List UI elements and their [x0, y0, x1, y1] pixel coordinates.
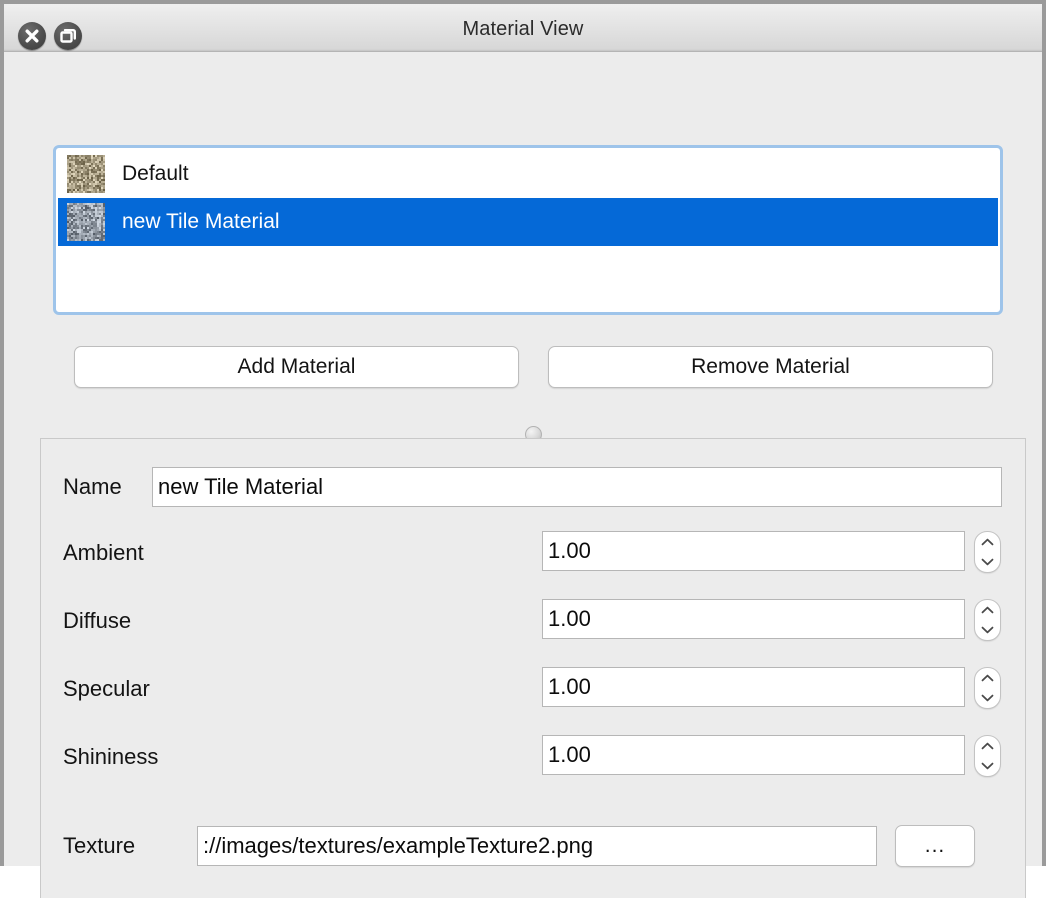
chevron-up-icon[interactable]: [975, 742, 1000, 750]
material-list[interactable]: Default new Tile Material: [53, 145, 1003, 315]
texture-label: Texture: [63, 833, 136, 858]
diffuse-label: Diffuse: [63, 608, 132, 633]
remove-material-button[interactable]: Remove Material: [548, 346, 993, 388]
ambient-stepper[interactable]: [974, 531, 1001, 573]
texture-browse-button[interactable]: ...: [895, 825, 975, 867]
window-content: Default new Tile Material Add Material R…: [4, 52, 1042, 898]
chevron-down-icon[interactable]: [975, 626, 1000, 634]
ambient-input[interactable]: [542, 531, 965, 571]
add-material-button[interactable]: Add Material: [74, 346, 519, 388]
chevron-up-icon[interactable]: [975, 606, 1000, 614]
ambient-label: Ambient: [63, 540, 144, 565]
chevron-down-icon[interactable]: [975, 762, 1000, 770]
chevron-up-icon[interactable]: [975, 674, 1000, 682]
material-view-window: Material View Default new Tile Material …: [0, 0, 1046, 898]
specular-label: Specular: [63, 676, 150, 701]
name-input[interactable]: [152, 467, 1002, 507]
specular-stepper[interactable]: [974, 667, 1001, 709]
diffuse-input[interactable]: [542, 599, 965, 639]
texture-path-input[interactable]: [197, 826, 877, 866]
title-bar: Material View: [4, 4, 1042, 52]
chevron-up-icon[interactable]: [975, 538, 1000, 546]
list-item[interactable]: Default: [58, 150, 998, 198]
name-label: Name: [63, 474, 122, 499]
window-title: Material View: [462, 18, 584, 40]
diffuse-stepper[interactable]: [974, 599, 1001, 641]
list-item-label: new Tile Material: [122, 210, 280, 233]
list-item-label: Default: [122, 162, 189, 185]
shininess-input[interactable]: [542, 735, 965, 775]
material-thumbnail-0: [67, 155, 105, 193]
material-thumbnail-1: [67, 203, 105, 241]
list-item[interactable]: new Tile Material: [58, 198, 998, 246]
shininess-stepper[interactable]: [974, 735, 1001, 777]
chevron-down-icon[interactable]: [975, 558, 1000, 566]
specular-input[interactable]: [542, 667, 965, 707]
chevron-down-icon[interactable]: [975, 694, 1000, 702]
shininess-label: Shininess: [63, 744, 159, 769]
